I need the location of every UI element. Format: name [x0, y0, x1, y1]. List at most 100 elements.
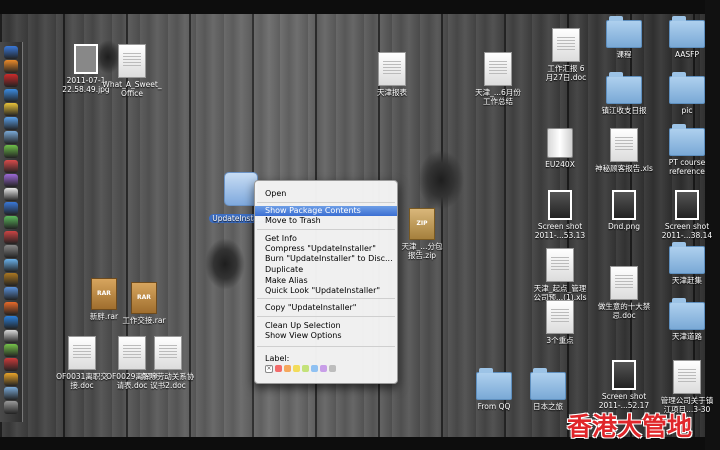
- desktop-icon-folder-tianjin-2[interactable]: 天津道路: [651, 298, 720, 341]
- dock-app-icon[interactable]: [4, 88, 18, 102]
- desktop-icon-folder-zhenjiang[interactable]: 镇江收支日报: [588, 72, 660, 115]
- label-none-swatch[interactable]: ×: [265, 365, 273, 373]
- wood-knot: [205, 238, 245, 290]
- desktop-icon-folder-pt-course[interactable]: PT course reference: [651, 124, 720, 176]
- desktop-icon-screenshot1[interactable]: Screen shot 2011-...53.13: [524, 190, 596, 240]
- menu-item-burn-to-disc[interactable]: Burn "UpdateInstaller" to Disc...: [255, 254, 397, 264]
- desktop-icon-screenshot2[interactable]: Screen shot 2011-...38.14: [651, 190, 720, 240]
- menu-item-duplicate[interactable]: Duplicate: [255, 265, 397, 275]
- document-icon: [378, 52, 406, 86]
- dock-app-icon[interactable]: [4, 102, 18, 116]
- desktop-icon-doc-work-report[interactable]: 天津_...6月份 工作总结: [462, 52, 534, 106]
- dock-app-icon[interactable]: [4, 46, 18, 59]
- desktop-icon-screenshot3[interactable]: Screen shot 2011-...52.17: [588, 360, 660, 410]
- dock-app-icon[interactable]: [4, 216, 18, 230]
- desktop-icon-xls-report[interactable]: 神秘顾客报告.xls: [588, 128, 660, 173]
- dock-app-icon[interactable]: [4, 159, 18, 173]
- menu-separator: [257, 298, 395, 299]
- dock-app-icon[interactable]: [4, 287, 18, 301]
- document-icon: [552, 28, 580, 62]
- folder-icon: [669, 72, 705, 104]
- watermark-text: 香港大管地: [567, 412, 693, 441]
- desktop-icon-label: Screen shot 2011-...38.14: [661, 222, 713, 240]
- zip-archive-icon: ZIP: [409, 208, 435, 240]
- dock-app-icon[interactable]: [4, 131, 18, 145]
- folder-icon: [606, 16, 642, 48]
- desktop-icon-label: Dnd.png: [608, 222, 640, 231]
- menu-item-copy[interactable]: Copy "UpdateInstaller": [255, 303, 397, 313]
- dock-app-icon[interactable]: [4, 230, 18, 244]
- label-color-swatch[interactable]: [329, 365, 336, 372]
- image-file-icon: [548, 190, 572, 220]
- label-color-swatch[interactable]: [311, 365, 318, 372]
- dock-app-icon[interactable]: [4, 401, 18, 414]
- desktop-icon-label: 工作交接.rar: [122, 316, 166, 325]
- menu-item-open[interactable]: Open: [255, 189, 397, 199]
- menu-item-quick-look[interactable]: Quick Look "UpdateInstaller": [255, 286, 397, 296]
- label-color-swatch[interactable]: [293, 365, 300, 372]
- desktop-icon-rar-work[interactable]: RAR 工作交接.rar: [108, 282, 180, 325]
- desktop-icon-label: AASFP: [674, 50, 700, 59]
- desktop-icon-drive-eu240x[interactable]: EU240X: [524, 128, 596, 169]
- desktop-icon-xls-manage[interactable]: 天津_起点_管理 公司预...(1).xls: [524, 248, 596, 302]
- document-icon: [610, 266, 638, 300]
- dock-app-icon[interactable]: [4, 60, 18, 74]
- menu-item-move-to-trash[interactable]: Move to Trash: [255, 216, 397, 226]
- desktop-icon-label: 课程: [616, 50, 632, 59]
- menu-item-make-alias[interactable]: Make Alias: [255, 276, 397, 286]
- desktop-icon-folder-aasfp[interactable]: AASFP: [651, 16, 720, 59]
- dock-app-icon[interactable]: [4, 202, 18, 216]
- dock-app-icon[interactable]: [4, 188, 18, 201]
- label-color-swatch[interactable]: [284, 365, 291, 372]
- desktop-icon-label: Screen shot 2011-...52.17: [598, 392, 650, 410]
- dock-app-icon[interactable]: [4, 173, 18, 187]
- dock-app-icon[interactable]: [4, 330, 18, 343]
- desktop-icon-label: 3个重点: [546, 336, 574, 345]
- menu-item-show-view-options[interactable]: Show View Options: [255, 331, 397, 341]
- dock-app-icon[interactable]: [4, 358, 18, 372]
- dock-app-icon[interactable]: [4, 117, 18, 130]
- dock-app-icon[interactable]: [4, 386, 18, 400]
- dock-app-icon[interactable]: [4, 372, 18, 386]
- dock-app-icon[interactable]: [4, 74, 18, 88]
- desktop-icon-label: 天津_...6月份 工作总结: [475, 88, 521, 106]
- dock-app-icon[interactable]: [4, 273, 18, 287]
- dock-app-icon[interactable]: [4, 145, 18, 159]
- menu-item-show-package-contents[interactable]: Show Package Contents: [255, 206, 397, 216]
- desktop-icon-doc-ten[interactable]: 做生意的十大禁 忌.doc: [588, 266, 660, 320]
- dock: [0, 42, 23, 422]
- document-icon: [118, 44, 146, 78]
- dock-app-icon[interactable]: [4, 301, 18, 315]
- desktop-icon-folder-tianjin-1[interactable]: 天津赶集: [651, 242, 720, 285]
- dock-app-icon[interactable]: [4, 259, 18, 272]
- desktop-icon-dnd-png[interactable]: Dnd.png: [588, 190, 660, 231]
- desktop-icon-doc-contract[interactable]: 解除劳动关系协 议书2.doc: [132, 336, 204, 390]
- desktop-icon-label: 镇江收支日报: [601, 106, 647, 115]
- dock-app-icon[interactable]: [4, 244, 18, 258]
- label-color-swatch[interactable]: [302, 365, 309, 372]
- document-icon: [546, 248, 574, 282]
- desktop-icon-label: 天津赶集: [672, 276, 702, 285]
- desktop-icon-folder-japan[interactable]: 日本之旅: [512, 368, 584, 411]
- menu-item-get-info[interactable]: Get Info: [255, 234, 397, 244]
- label-color-swatch[interactable]: [320, 365, 327, 372]
- desktop-icon-folder-pic[interactable]: pic: [651, 72, 720, 115]
- desktop-icon-folder-courses[interactable]: 课程: [588, 16, 660, 59]
- desktop-icon-label: Screen shot 2011-...53.13: [534, 222, 586, 240]
- desktop-icon-what-a-sweet[interactable]: What_A_Sweet_ Office: [96, 44, 168, 98]
- menu-item-compress[interactable]: Compress "UpdateInstaller": [255, 244, 397, 254]
- label-color-swatch[interactable]: [275, 365, 282, 372]
- desktop-icon-doc-three[interactable]: 3个重点: [524, 300, 596, 345]
- document-icon: [546, 300, 574, 334]
- document-icon: [154, 336, 182, 370]
- folder-icon: [669, 16, 705, 48]
- document-icon: [484, 52, 512, 86]
- desktop-icon-doc-manage-company[interactable]: 管理公司关于镇 江项目...3-30: [651, 360, 720, 414]
- desktop-icon-label: 解除劳动关系协 议书2.doc: [141, 372, 195, 390]
- desktop-icon-xlsx1[interactable]: 天津报表: [356, 52, 428, 97]
- dock-app-icon[interactable]: [4, 344, 18, 358]
- dock-app-icon[interactable]: [4, 315, 18, 329]
- document-icon: [610, 128, 638, 162]
- installer-app-icon: [224, 172, 258, 206]
- menu-item-clean-up-selection[interactable]: Clean Up Selection: [255, 321, 397, 331]
